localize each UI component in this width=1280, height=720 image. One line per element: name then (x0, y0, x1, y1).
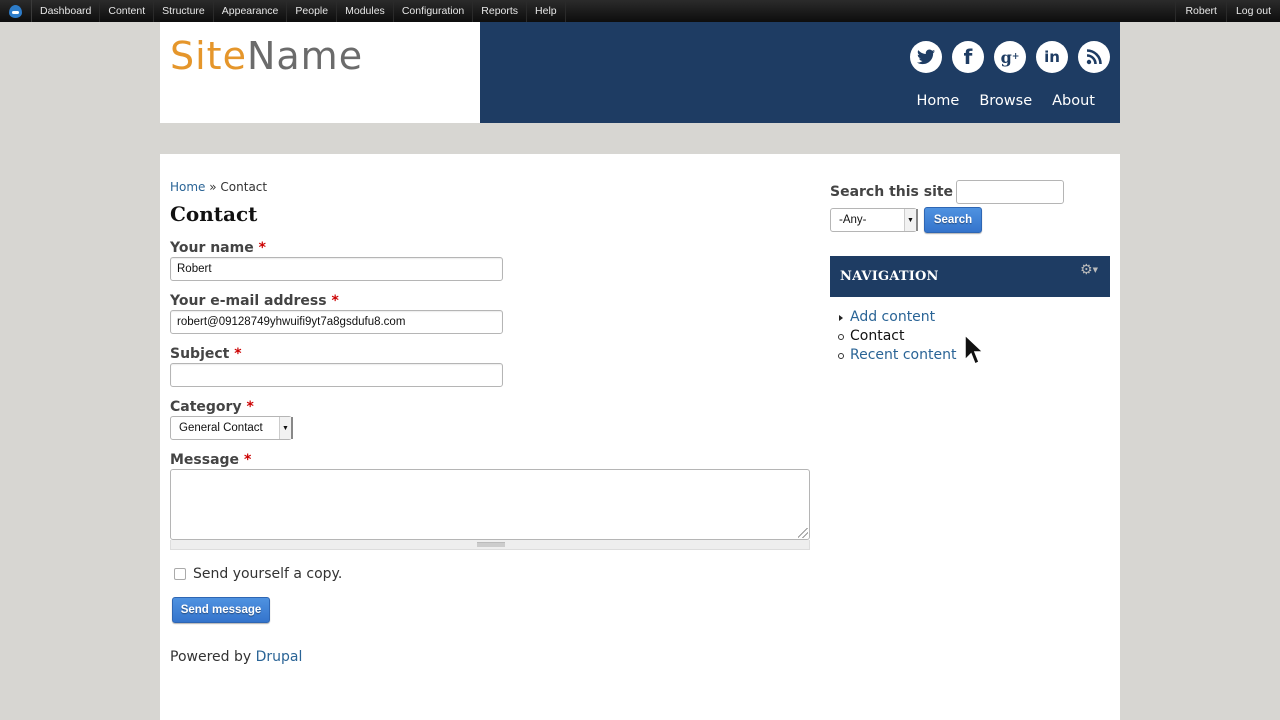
nav-link-add-content[interactable]: Add content (850, 308, 935, 327)
search-controls: -Any- ▼ Search (830, 207, 1110, 233)
copy-checkbox-row: Send yourself a copy. (170, 566, 810, 582)
search-button[interactable]: Search (924, 207, 982, 233)
site-name-part1: Site (170, 34, 247, 78)
drupal-link[interactable]: Drupal (256, 649, 303, 665)
social-links: f g + in (910, 41, 1110, 73)
header-banner: f g + in Home Browse About (480, 22, 1120, 123)
email-label: Your e-mail address * (170, 293, 339, 309)
page-content: Home » Contact Contact Your name * Your … (160, 154, 1120, 720)
subject-field[interactable] (170, 363, 503, 387)
required-marker: * (234, 346, 242, 362)
toolbar-logout-link[interactable]: Log out (1225, 0, 1280, 22)
category-label: Category * (170, 399, 254, 415)
send-message-button[interactable]: Send message (172, 597, 270, 623)
toolbar-content[interactable]: Content (100, 0, 155, 22)
breadcrumb-home[interactable]: Home (170, 180, 205, 194)
drupal-logo-icon[interactable] (0, 0, 32, 22)
nav-link-contact[interactable]: Contact (850, 327, 904, 346)
toolbar-user-link[interactable]: Robert (1175, 0, 1226, 22)
site-branding: SiteName (160, 22, 480, 123)
chevron-down-icon: ▼ (904, 209, 916, 231)
breadcrumb-separator: » (205, 180, 221, 194)
required-marker: * (258, 240, 266, 256)
bullet-icon (838, 352, 844, 359)
main-menu-home[interactable]: Home (917, 93, 960, 109)
rss-icon[interactable] (1078, 41, 1110, 73)
search-type-select[interactable]: -Any- ▼ (830, 208, 917, 232)
category-form-item: Category * General Contact ▼ (170, 399, 810, 440)
resize-corner-icon[interactable] (798, 528, 808, 538)
search-type-selected-value: -Any- (839, 214, 867, 226)
site-logo[interactable]: SiteName (170, 36, 470, 76)
required-marker: * (331, 293, 339, 309)
message-textarea[interactable] (170, 469, 810, 540)
toolbar-dashboard[interactable]: Dashboard (32, 0, 101, 22)
chevron-down-icon: ▼ (279, 417, 291, 439)
message-label: Message * (170, 452, 252, 468)
toolbar-people[interactable]: People (287, 0, 338, 22)
email-form-item: Your e-mail address * (170, 293, 810, 334)
toolbar-appearance[interactable]: Appearance (214, 0, 288, 22)
mouse-cursor-icon (964, 334, 984, 366)
nav-link-recent-content[interactable]: Recent content (850, 346, 956, 365)
main-menu-browse[interactable]: Browse (979, 93, 1032, 109)
navigation-block-header: NAVIGATION ⚙▼ (830, 256, 1110, 297)
search-block: Search this site (830, 180, 1110, 204)
copy-checkbox[interactable] (174, 568, 186, 580)
category-select[interactable]: General Contact ▼ (170, 416, 292, 440)
search-label: Search this site (830, 184, 954, 200)
admin-toolbar: Dashboard Content Structure Appearance P… (0, 0, 1280, 22)
site-header: SiteName f g + in Home Browse About (160, 22, 1120, 123)
collapsed-triangle-icon[interactable] (839, 314, 843, 321)
powered-by-text: Powered by (170, 649, 256, 665)
caret-down-icon: ▼ (1092, 266, 1098, 274)
textarea-resize-handle[interactable] (170, 540, 810, 550)
main-menu-about[interactable]: About (1052, 93, 1095, 109)
message-form-item: Message * (170, 452, 810, 550)
main-menu: Home Browse About (917, 93, 1096, 109)
category-selected-value: General Contact (179, 422, 263, 434)
toolbar-help[interactable]: Help (527, 0, 566, 22)
main-content: Home » Contact Contact Your name * Your … (170, 180, 810, 665)
subject-label: Subject * (170, 346, 242, 362)
subject-form-item: Subject * (170, 346, 810, 387)
copy-checkbox-label[interactable]: Send yourself a copy. (193, 566, 342, 582)
navigation-block-title: NAVIGATION (840, 269, 939, 284)
toolbar-configuration[interactable]: Configuration (394, 0, 474, 22)
page-title: Contact (170, 202, 258, 226)
powered-by: Powered by Drupal (170, 649, 810, 665)
toolbar-modules[interactable]: Modules (337, 0, 394, 22)
site-name-part2: Name (246, 34, 364, 78)
name-field[interactable] (170, 257, 503, 281)
toolbar-reports[interactable]: Reports (473, 0, 528, 22)
toolbar-structure[interactable]: Structure (154, 0, 214, 22)
facebook-icon[interactable]: f (952, 41, 984, 73)
gear-icon[interactable]: ⚙▼ (1080, 262, 1098, 278)
email-field[interactable] (170, 310, 503, 334)
search-input[interactable] (956, 180, 1065, 204)
twitter-icon[interactable] (910, 41, 942, 73)
name-label: Your name * (170, 240, 266, 256)
breadcrumb-current: Contact (220, 180, 268, 194)
name-form-item: Your name * (170, 240, 810, 281)
bullet-icon (838, 333, 844, 340)
linkedin-icon[interactable]: in (1036, 41, 1068, 73)
required-marker: * (243, 452, 252, 468)
breadcrumb: Home » Contact (170, 180, 810, 194)
google-plus-icon[interactable]: g + (994, 41, 1026, 73)
nav-item-add-content: Add content (838, 308, 1110, 327)
required-marker: * (246, 399, 254, 415)
